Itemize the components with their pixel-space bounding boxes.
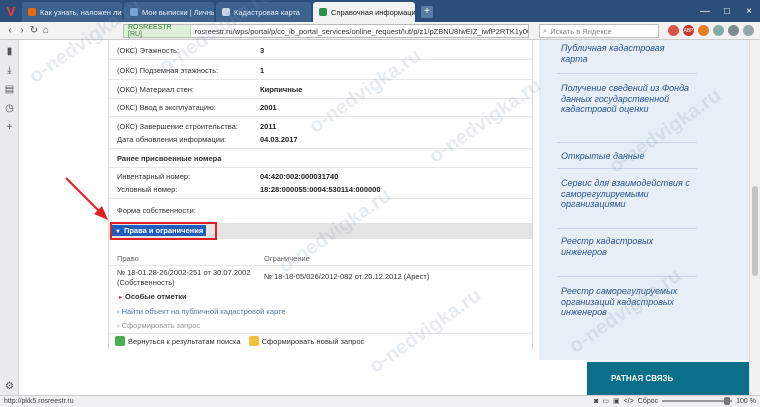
service-link[interactable]: Реестр кадастровых инженеров: [561, 236, 691, 257]
maximize-icon[interactable]: □: [716, 6, 738, 17]
detail-value: 2011: [260, 122, 277, 131]
column-header-right: Право: [117, 254, 139, 263]
page-scrollbar[interactable]: [749, 40, 760, 395]
zoom-reset-button[interactable]: Сброс: [638, 398, 658, 405]
detail-label: (ОКС) Этажность:: [117, 46, 180, 55]
image-icon[interactable]: ▣: [613, 397, 620, 405]
special-marks-toggle[interactable]: ▸ Особые отметки: [119, 292, 187, 301]
add-panel-icon[interactable]: +: [0, 118, 19, 137]
feedback-button[interactable]: РАТНАЯ СВЯЗЬ: [587, 362, 749, 395]
service-link[interactable]: Реестр саморегулируемых организаций када…: [561, 286, 691, 318]
favicon-icon: [130, 8, 138, 16]
history-icon[interactable]: ◷: [0, 99, 19, 118]
notes-icon[interactable]: ▤: [0, 80, 19, 99]
scrollbar-thumb[interactable]: [752, 186, 758, 276]
status-url: http://pkk5.rosreestr.ru: [4, 398, 74, 405]
bookmark-icon[interactable]: ▮: [0, 42, 19, 61]
back-icon[interactable]: ‹: [4, 25, 16, 36]
service-link[interactable]: Сервис для взаимодействия с саморегулиру…: [561, 178, 691, 210]
favicon-icon: [28, 8, 36, 16]
home-icon[interactable]: ⌂: [40, 25, 52, 36]
tab-bar: V Как узнать, наложен ли арест Мои выпис…: [0, 0, 760, 22]
back-to-results-button[interactable]: Вернуться к результатам поиска: [115, 336, 241, 346]
browser-sidebar: ▮ ⤓ ▤ ◷ + ⚙: [0, 40, 19, 395]
abp-icon[interactable]: ABP: [683, 25, 694, 36]
service-link[interactable]: Получение сведений из Фонда данных госуд…: [561, 83, 691, 115]
settings-icon[interactable]: ⚙: [0, 377, 19, 396]
browser-logo-icon[interactable]: V: [0, 0, 22, 22]
service-links-column: Публичная кадастровая карта Получение св…: [539, 40, 749, 360]
back-arrow-icon: [115, 336, 125, 346]
restriction-entry: № 18-18-05/026/2012-082 от 20.12.2012 (А…: [264, 272, 430, 281]
code-icon[interactable]: </>: [624, 398, 634, 405]
download-icon[interactable]: ⤓: [0, 61, 19, 80]
url-input[interactable]: ROSREESTR [RU] rosreestr.ru/wps/portal/p…: [123, 24, 529, 38]
tab-cadastral-map[interactable]: Кадастровая карта: [216, 2, 311, 22]
detail-label: Инвентарный номер:: [117, 172, 191, 181]
address-bar: ‹ › ↻ ⌂ ROSREESTR [RU] rosreestr.ru/wps/…: [0, 22, 760, 40]
detail-value: 18:28:000055:0004:530114:000000: [260, 185, 381, 194]
detail-label: Условный номер:: [117, 185, 178, 194]
camera-icon[interactable]: ◙: [594, 398, 598, 405]
status-bar: http://pkk5.rosreestr.ru ◙ ▭ ▣ </> Сброс…: [0, 395, 760, 407]
site-identity-badge[interactable]: ROSREESTR [RU]: [124, 24, 191, 38]
object-details-panel: (ОКС) Этажность: 3 (ОКС) Подземная этажн…: [108, 40, 533, 350]
extension-icon[interactable]: [698, 25, 709, 36]
tab-my-statements[interactable]: Мои выписки | Личный кабинет: [124, 2, 214, 22]
extension-icon[interactable]: [728, 25, 739, 36]
extension-icon[interactable]: [668, 25, 679, 36]
detail-value: 04:420:002:000031740: [260, 172, 339, 181]
globe-icon[interactable]: [713, 25, 724, 36]
zoom-level: 100 %: [736, 397, 756, 405]
forward-icon[interactable]: ›: [16, 25, 28, 36]
detail-value: 2001: [260, 103, 277, 112]
new-request-button[interactable]: Сформировать новый запрос: [248, 336, 364, 346]
annotation-highlight-box: [110, 222, 217, 240]
minimize-icon[interactable]: —: [694, 6, 716, 17]
new-tab-button[interactable]: +: [421, 6, 433, 18]
right-entry-type: (Собственность): [117, 278, 175, 287]
annotation-arrow: [65, 177, 108, 220]
detail-label: (ОКС) Материал стен:: [117, 85, 194, 94]
ownership-label: Форма собственности:: [117, 206, 196, 215]
detail-label: (ОКС) Подземная этажность:: [117, 66, 219, 75]
detail-value: 3: [260, 46, 265, 55]
detail-value: Кирпичные: [260, 85, 303, 94]
service-link[interactable]: Открытые данные: [561, 151, 691, 162]
section-heading: Ранее присвоенные номера: [117, 154, 222, 163]
reload-icon[interactable]: ↻: [28, 25, 40, 36]
close-window-icon[interactable]: ×: [738, 6, 760, 17]
favicon-icon: [222, 8, 230, 16]
document-icon: [248, 336, 259, 346]
detail-label: Дата обновления информации:: [117, 135, 227, 144]
zoom-slider[interactable]: [662, 397, 733, 405]
menu-icon[interactable]: [743, 25, 754, 36]
detail-value: 04.03.2017: [260, 135, 298, 144]
favicon-icon: [319, 8, 327, 16]
service-link[interactable]: Публичная кадастровая карта: [561, 43, 691, 64]
find-on-map-link[interactable]: › Найти объект на публичной кадастровой …: [117, 307, 286, 316]
detail-label: (ОКС) Завершение строительства:: [117, 122, 238, 131]
window-icon[interactable]: ▭: [602, 397, 609, 405]
search-icon: ⌕: [543, 26, 548, 35]
detail-value: 1: [260, 66, 265, 75]
url-text[interactable]: rosreestr.ru/wps/portal/p/cc_ib_portal_s…: [191, 27, 528, 36]
tab-reference-info[interactable]: Справочная информация ×: [313, 2, 415, 22]
column-header-restriction: Ограничение: [264, 254, 310, 263]
form-request-link[interactable]: › Сформировать запрос: [117, 321, 200, 330]
right-entry: № 18-01.28-26/2002-251 от 30.07.2002: [117, 268, 251, 277]
zoom-slider-handle[interactable]: [724, 397, 731, 405]
detail-label: (ОКС) Ввод в эксплуатацию:: [117, 103, 216, 112]
search-input[interactable]: ⌕ Искать в Яндексе: [539, 24, 659, 38]
tab-arrest-info[interactable]: Как узнать, наложен ли арест: [22, 2, 122, 22]
expand-triangle-icon: ▸: [119, 295, 123, 301]
